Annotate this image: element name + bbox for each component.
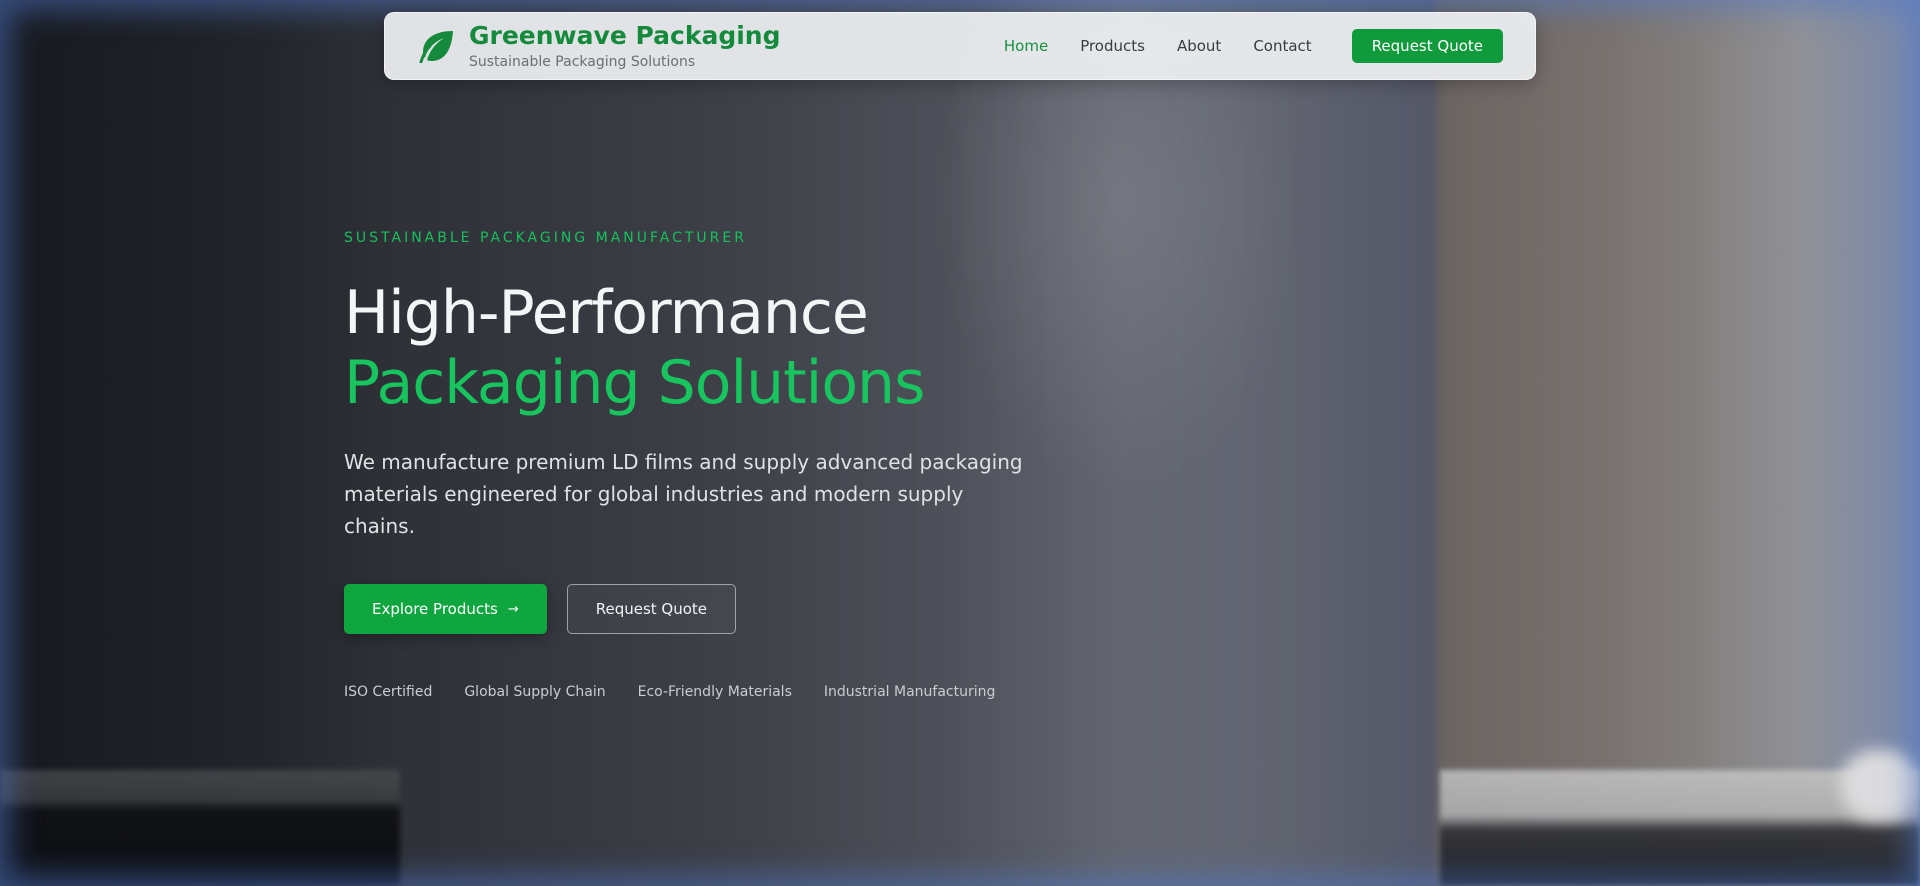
headline-line-1: High-Performance [344, 278, 869, 348]
brand-tagline: Sustainable Packaging Solutions [469, 53, 696, 70]
hero-request-quote-button[interactable]: Request Quote [566, 584, 737, 634]
brand-text: Greenwave Packaging Sustainable Packagin… [469, 22, 780, 70]
nav-link-home[interactable]: Home [1004, 37, 1048, 55]
hero-section: Greenwave Packaging Sustainable Packagin… [0, 0, 1920, 886]
header-request-quote-button[interactable]: Request Quote [1351, 29, 1503, 63]
brand-name: Greenwave Packaging [469, 21, 781, 51]
hero-headline: High-Performance Packaging Solutions [344, 278, 1104, 418]
nav-link-products[interactable]: Products [1080, 37, 1145, 55]
hero-eyebrow: SUSTAINABLE PACKAGING MANUFACTURER [344, 230, 747, 246]
explore-products-label: Explore Products [372, 600, 498, 618]
hero-description: We manufacture premium LD films and supp… [344, 450, 1023, 538]
trust-badges: ISO Certified Global Supply Chain Eco-Fr… [344, 684, 1104, 700]
badge-industrial-manufacturing: Industrial Manufacturing [823, 684, 996, 700]
hero-actions: Explore Products → Request Quote [344, 584, 1104, 634]
headline-line-2: Packaging Solutions [344, 348, 925, 418]
explore-products-button[interactable]: Explore Products → [344, 584, 547, 634]
brand-logo[interactable]: Greenwave Packaging Sustainable Packagin… [417, 22, 780, 70]
badge-iso-certified: ISO Certified [344, 684, 433, 700]
hero-content: SUSTAINABLE PACKAGING MANUFACTURER High-… [344, 230, 1104, 700]
badge-eco-friendly: Eco-Friendly Materials [637, 684, 792, 700]
leaf-icon [419, 31, 453, 63]
arrow-right-icon: → [507, 601, 519, 617]
nav-link-about[interactable]: About [1177, 37, 1221, 55]
main-nav: Home Products About Contact Request Quot… [972, 29, 1503, 63]
site-header: Greenwave Packaging Sustainable Packagin… [384, 12, 1536, 80]
nav-link-contact[interactable]: Contact [1253, 37, 1311, 55]
badge-global-supply-chain: Global Supply Chain [464, 684, 606, 700]
